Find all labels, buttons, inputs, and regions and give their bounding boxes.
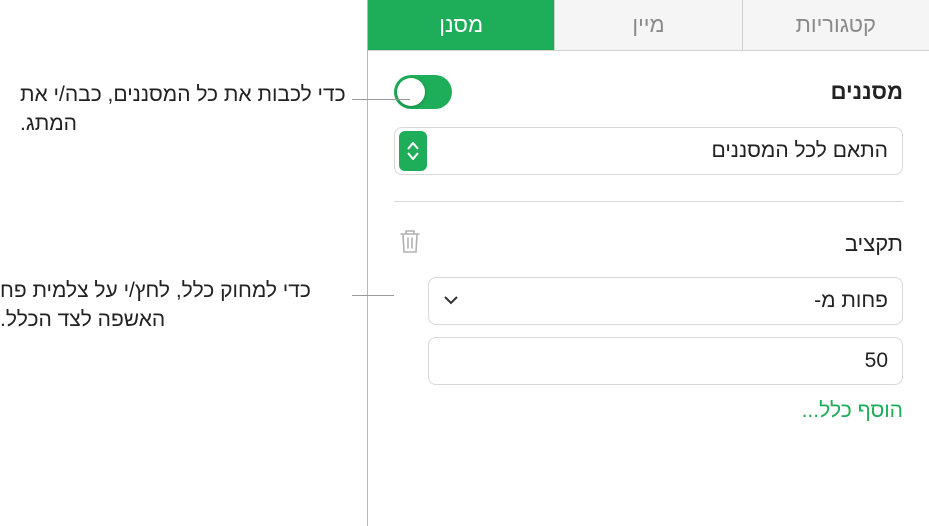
stepper-icon xyxy=(399,131,427,171)
tab-label: קטגוריות xyxy=(796,12,876,37)
filters-toggle[interactable] xyxy=(394,75,452,109)
condition-select[interactable]: פחות מ- xyxy=(428,277,903,325)
filter-panel: קטגוריות מיין מסנן מסננים התאם לכל המסננ… xyxy=(367,0,929,526)
rule-body: פחות מ- xyxy=(368,277,929,385)
chevron-down-icon xyxy=(443,292,459,310)
match-select-label: התאם לכל המסננים xyxy=(712,139,888,163)
tab-categories[interactable]: קטגוריות xyxy=(742,0,929,50)
trash-icon[interactable] xyxy=(394,224,426,263)
match-select[interactable]: התאם לכל המסננים xyxy=(394,127,903,175)
condition-label: פחות מ- xyxy=(814,289,888,313)
rule-title: תקציב xyxy=(845,231,903,257)
rule-header: תקציב xyxy=(368,202,929,277)
tabs-bar: קטגוריות מיין מסנן xyxy=(368,0,929,51)
match-select-row: התאם לכל המסננים xyxy=(368,127,929,195)
callout-trash: כדי למחוק כלל, לחץ/י על צלמית פח האשפה ל… xyxy=(0,276,350,335)
callout-line xyxy=(352,99,410,100)
add-rule-link[interactable]: הוסף כלל... xyxy=(802,399,903,422)
tab-label: מיין xyxy=(632,12,664,37)
add-rule-row: הוסף כלל... xyxy=(368,385,929,437)
tab-filter[interactable]: מסנן xyxy=(368,0,554,50)
value-input[interactable] xyxy=(428,337,903,385)
tab-label: מסנן xyxy=(439,12,483,37)
filters-title: מסננים xyxy=(831,79,903,105)
callout-line xyxy=(352,295,394,296)
tab-sort[interactable]: מיין xyxy=(554,0,741,50)
toggle-knob xyxy=(397,78,425,106)
filters-header: מסננים xyxy=(368,51,929,127)
callout-toggle: כדי לכבות את כל המסננים, כבה/י את המתג. xyxy=(20,80,350,139)
